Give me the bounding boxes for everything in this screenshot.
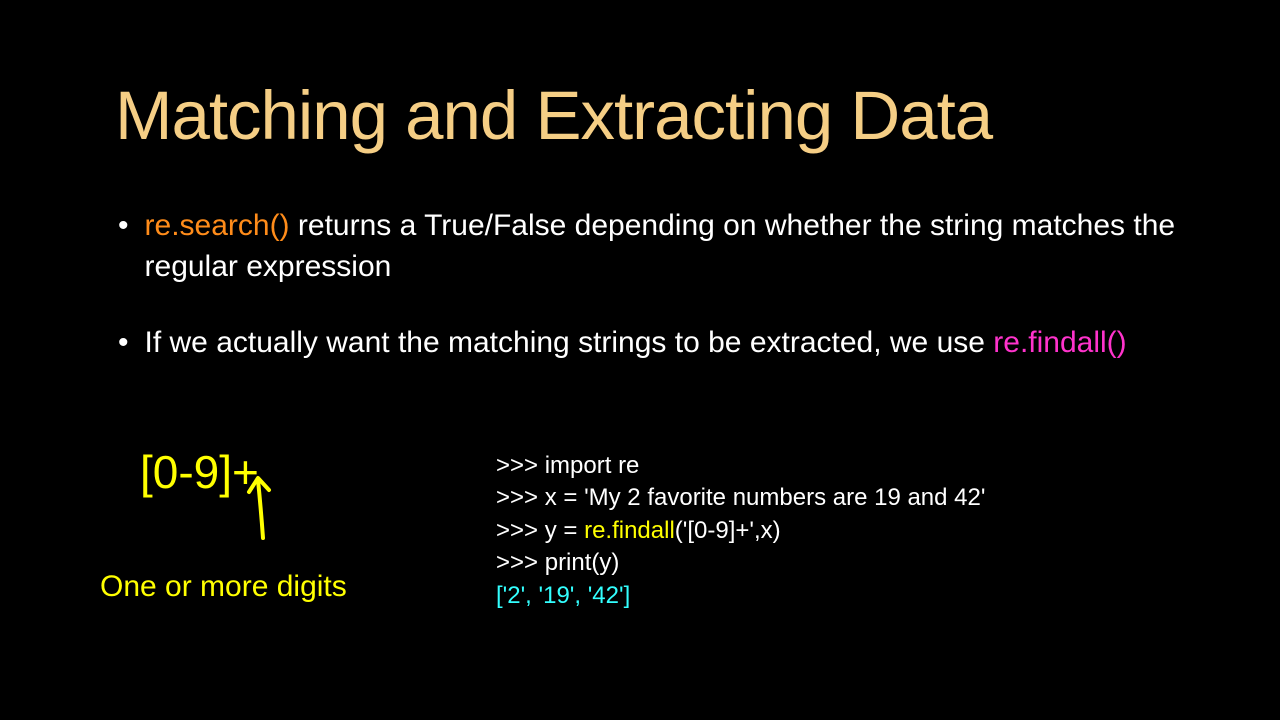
code-ref-findall: re.findall(): [993, 326, 1126, 359]
regex-pattern: [0-9]+: [140, 445, 450, 499]
code-ref-search: re.search(): [145, 209, 290, 242]
bullet2-pre: If we actually want the matching strings…: [145, 326, 994, 359]
slide-title: Matching and Extracting Data: [115, 76, 992, 155]
slide: Matching and Extracting Data • re.search…: [0, 0, 1280, 720]
arrow-up-icon: [243, 470, 283, 545]
regex-label: One or more digits: [100, 570, 347, 604]
bullet1-rest: returns a True/False depending on whethe…: [145, 209, 1176, 283]
code-line-3: >>> y = re.findall('[0-9]+',x): [496, 515, 985, 547]
code-line-4: >>> print(y): [496, 547, 985, 579]
regex-callout: [0-9]+ One or more digits: [100, 445, 450, 499]
bullet-item-2: • If we actually want the matching strin…: [118, 323, 1178, 364]
code-l3-args: ('[0-9]+',x): [675, 517, 781, 544]
bullet-dot-icon: •: [118, 323, 129, 364]
bullet-text: If we actually want the matching strings…: [145, 323, 1178, 364]
code-example: >>> import re >>> x = 'My 2 favorite num…: [496, 450, 985, 612]
code-l3-func: re.findall: [584, 517, 675, 544]
code-line-5-output: ['2', '19', '42']: [496, 580, 985, 612]
bullet-item-1: • re.search() returns a True/False depen…: [118, 206, 1178, 287]
bullet-list: • re.search() returns a True/False depen…: [118, 206, 1178, 400]
code-line-1: >>> import re: [496, 450, 985, 482]
bullet-dot-icon: •: [118, 206, 129, 287]
code-line-2: >>> x = 'My 2 favorite numbers are 19 an…: [496, 482, 985, 514]
bullet-text: re.search() returns a True/False dependi…: [145, 206, 1178, 287]
code-l3-prefix: >>> y =: [496, 517, 584, 544]
